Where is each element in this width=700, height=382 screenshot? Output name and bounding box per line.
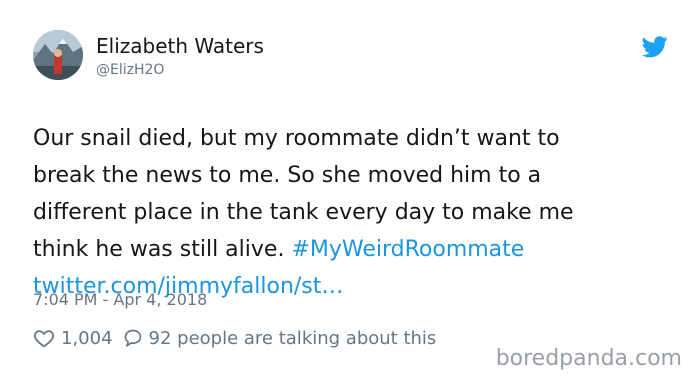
author-name[interactable]: Elizabeth Waters <box>96 34 264 58</box>
tweet-timestamp[interactable]: 7:04 PM - Apr 4, 2018 <box>33 290 207 309</box>
talking-count[interactable]: 92 people are talking about this <box>149 328 437 349</box>
tweet-line: Our snail died, but my roommate didn’t w… <box>33 126 560 151</box>
tweet-line: different place in the tank every day to… <box>33 200 574 225</box>
boredpanda-watermark: boredpanda.com <box>495 346 682 371</box>
tweet-line: break the news to me. So she moved him t… <box>33 163 542 188</box>
tweet-text: Our snail died, but my roommate didn’t w… <box>33 120 673 305</box>
author-handle[interactable]: @ElizH2O <box>96 62 164 78</box>
reply-bubble-icon[interactable] <box>123 328 143 348</box>
like-count: 1,004 <box>61 327 113 349</box>
tweet-line: think he was still alive. #MyWeirdRoomma… <box>33 231 673 268</box>
hashtag-link[interactable]: #MyWeirdRoommate <box>291 237 524 262</box>
avatar[interactable] <box>33 30 83 80</box>
tweet-line-text: think he was still alive. <box>33 237 292 262</box>
heart-icon[interactable] <box>33 327 55 349</box>
twitter-bird-icon[interactable] <box>642 36 668 58</box>
avatar-photo <box>33 30 83 80</box>
tweet-actions: 1,004 92 people are talking about this <box>33 327 436 349</box>
